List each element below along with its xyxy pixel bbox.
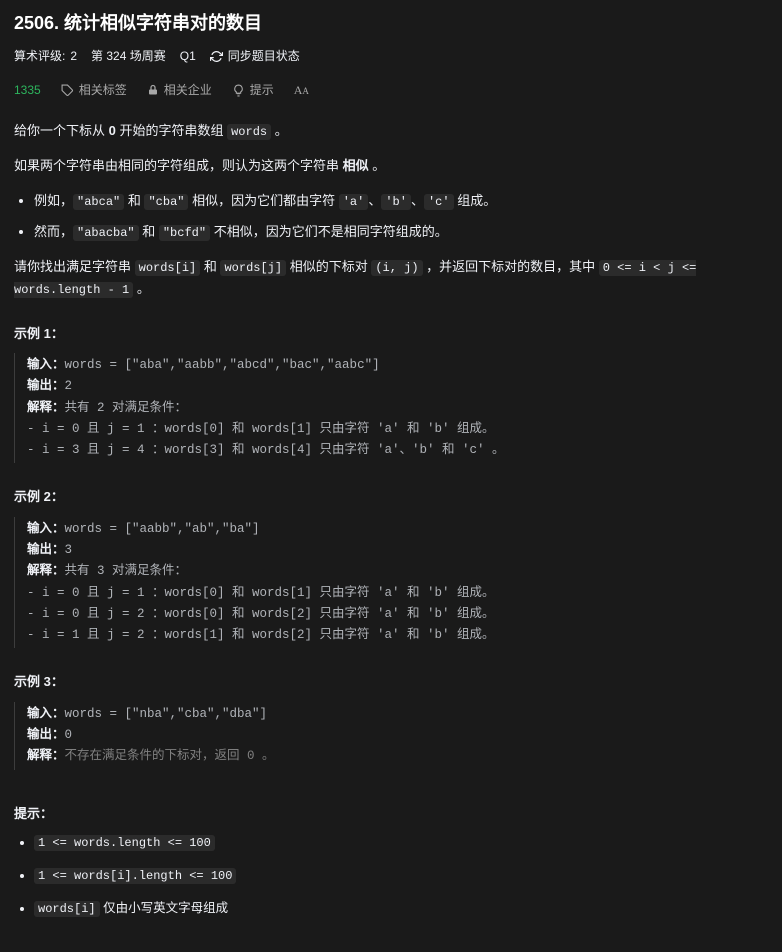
desc-p1: 给你一个下标从 0 开始的字符串数组 words 。	[14, 121, 768, 142]
companies-button[interactable]: 相关企业	[147, 81, 212, 99]
refresh-icon	[210, 50, 223, 63]
bullet-1: 例如，"abca" 和 "cba" 相似，因为它们都由字符 'a'、'b'、'c…	[34, 191, 768, 212]
ac-count[interactable]: 1335	[14, 81, 41, 99]
lightbulb-icon	[232, 84, 245, 97]
constraints-label: 提示：	[14, 804, 768, 824]
constraint-2: 1 <= words[i].length <= 100	[34, 866, 768, 885]
example-3: 输入：words = ["nba","cba","dba"] 输出：0 解释：不…	[14, 702, 768, 770]
constraints-list: 1 <= words.length <= 100 1 <= words[i].l…	[14, 833, 768, 918]
example-3-label: 示例 3：	[14, 672, 768, 692]
font-size-button[interactable]: AA	[294, 81, 309, 99]
hint-button[interactable]: 提示	[232, 81, 274, 99]
tags-button[interactable]: 相关标签	[61, 81, 127, 99]
constraint-3: words[i] 仅由小写英文字母组成	[34, 899, 768, 918]
desc-p3: 请你找出满足字符串 words[i] 和 words[j] 相似的下标对 (i,…	[14, 257, 768, 299]
rating: 算术评级: 2	[14, 47, 77, 65]
description: 给你一个下标从 0 开始的字符串数组 words 。 如果两个字符串由相同的字符…	[14, 121, 768, 300]
desc-bullets: 例如，"abca" 和 "cba" 相似，因为它们都由字符 'a'、'b'、'c…	[14, 191, 768, 243]
toolbar: 1335 相关标签 相关企业 提示 AA	[14, 81, 768, 99]
example-2-label: 示例 2：	[14, 487, 768, 507]
question-number: Q1	[180, 47, 196, 65]
tag-icon	[61, 84, 74, 97]
meta-row: 算术评级: 2 第 324 场周赛 Q1 同步题目状态	[14, 47, 768, 65]
example-1: 输入：words = ["aba","aabb","abcd","bac","a…	[14, 353, 768, 463]
desc-p2: 如果两个字符串由相同的字符组成，则认为这两个字符串 相似 。	[14, 156, 768, 177]
sync-status[interactable]: 同步题目状态	[210, 47, 300, 65]
font-icon: AA	[294, 81, 309, 99]
example-1-label: 示例 1：	[14, 324, 768, 344]
problem-title: 2506. 统计相似字符串对的数目	[14, 10, 768, 37]
bullet-2: 然而，"abacba" 和 "bcfd" 不相似，因为它们不是相同字符组成的。	[34, 222, 768, 243]
constraint-1: 1 <= words.length <= 100	[34, 833, 768, 852]
lock-icon	[147, 84, 159, 96]
contest-link[interactable]: 第 324 场周赛	[91, 47, 166, 65]
example-2: 输入：words = ["aabb","ab","ba"] 输出：3 解释：共有…	[14, 517, 768, 649]
